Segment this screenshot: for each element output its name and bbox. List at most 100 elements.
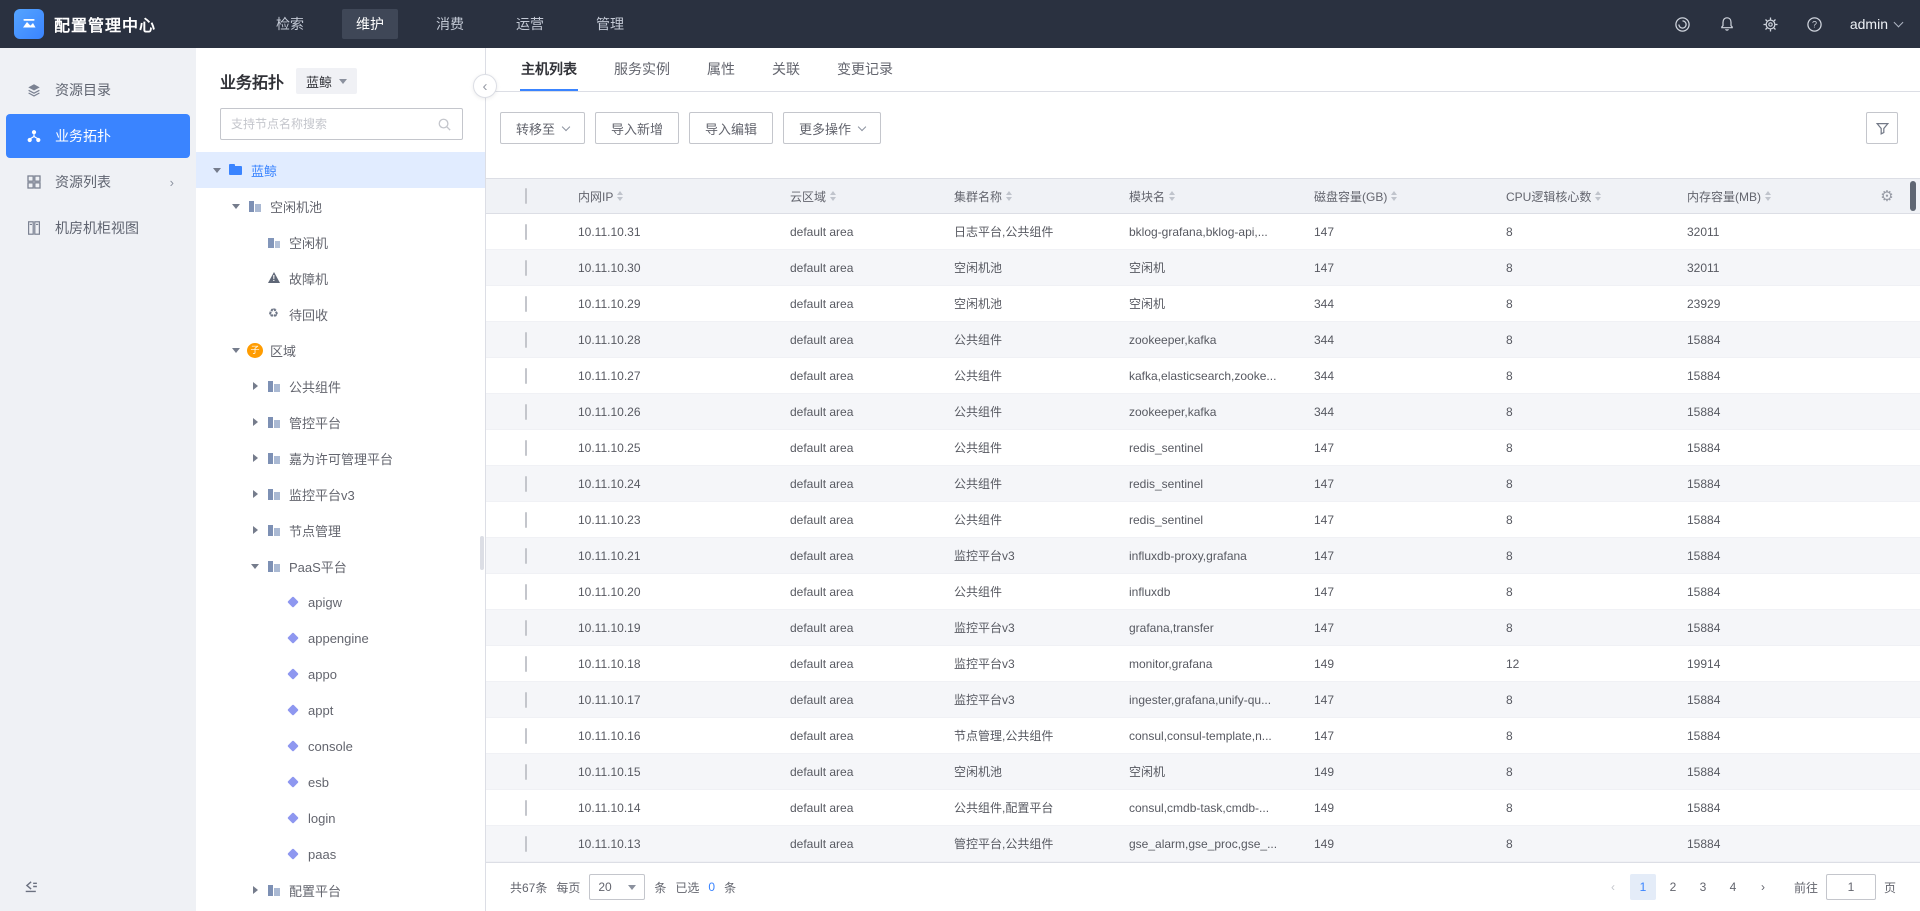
tree-caret-icon[interactable] — [248, 379, 263, 394]
table-row[interactable]: 10.11.10.29 default area 空闲机池 空闲机 344 8 … — [486, 286, 1920, 322]
table-row[interactable]: 10.11.10.23 default area 公共组件 redis_sent… — [486, 502, 1920, 538]
sidebar-item[interactable]: 资源列表 › — [6, 160, 190, 204]
tree-node[interactable]: console — [196, 728, 485, 764]
toolbar-button[interactable]: 导入编辑 — [689, 112, 774, 144]
row-checkbox[interactable] — [525, 691, 527, 708]
table-row[interactable]: 10.11.10.17 default area 监控平台v3 ingester… — [486, 682, 1920, 718]
tree-node[interactable]: 监控平台v3 — [196, 476, 485, 512]
goto-page-input[interactable] — [1825, 874, 1876, 900]
tree-node[interactable]: paas — [196, 836, 485, 872]
table-row[interactable]: 10.11.10.25 default area 公共组件 redis_sent… — [486, 430, 1920, 466]
tree-node[interactable]: 嘉为许可管理平台 — [196, 440, 485, 476]
tree-node[interactable]: appengine — [196, 620, 485, 656]
row-checkbox[interactable] — [525, 619, 527, 636]
table-row[interactable]: 10.11.10.14 default area 公共组件,配置平台 consu… — [486, 790, 1920, 826]
column-header[interactable]: 集群名称 — [954, 188, 1129, 205]
tab[interactable]: 服务实例 — [613, 48, 671, 91]
table-row[interactable]: 10.11.10.31 default area 日志平台,公共组件 bklog… — [486, 214, 1920, 250]
tab[interactable]: 属性 — [706, 48, 736, 91]
sort-icon[interactable] — [1595, 191, 1602, 201]
table-row[interactable]: 10.11.10.18 default area 监控平台v3 monitor,… — [486, 646, 1920, 682]
tree-caret-icon[interactable] — [248, 271, 263, 286]
top-nav-item[interactable]: 检索 — [262, 9, 318, 39]
select-all-checkbox[interactable] — [525, 188, 527, 204]
tree-caret-icon[interactable] — [248, 487, 263, 502]
tree-caret-icon[interactable] — [248, 559, 263, 574]
table-row[interactable]: 10.11.10.16 default area 节点管理,公共组件 consu… — [486, 718, 1920, 754]
sidebar-collapse-icon[interactable] — [22, 878, 39, 895]
top-nav-item[interactable]: 维护 — [342, 9, 398, 39]
tree-node[interactable]: 故障机 — [196, 260, 485, 296]
tree-caret-icon[interactable] — [267, 595, 282, 610]
tree-caret-icon[interactable] — [248, 235, 263, 250]
column-header[interactable]: CPU逻辑核心数 — [1506, 188, 1687, 205]
column-header[interactable]: 内网IP — [578, 188, 790, 205]
tree-node[interactable]: 空闲机 — [196, 224, 485, 260]
tree-node[interactable]: 空闲机池 — [196, 188, 485, 224]
next-page-button[interactable]: › — [1750, 874, 1776, 900]
tree-caret-icon[interactable] — [248, 883, 263, 898]
sort-icon[interactable] — [1006, 191, 1013, 201]
table-row[interactable]: 10.11.10.21 default area 监控平台v3 influxdb… — [486, 538, 1920, 574]
tree-search-input[interactable] — [231, 117, 437, 131]
tree-caret-icon[interactable] — [267, 847, 282, 862]
tree-node[interactable]: PaaS平台 — [196, 548, 485, 584]
tree-caret-icon[interactable] — [248, 415, 263, 430]
toolbar-button[interactable]: 导入新增 — [595, 112, 680, 144]
table-scrollbar-thumb[interactable] — [1910, 181, 1916, 211]
row-checkbox[interactable] — [525, 223, 527, 240]
tree-node[interactable]: 管控平台 — [196, 404, 485, 440]
settings-gear-icon[interactable] — [1762, 15, 1780, 33]
sort-icon[interactable] — [617, 191, 624, 201]
tree-caret-icon[interactable] — [248, 451, 263, 466]
table-row[interactable]: 10.11.10.19 default area 监控平台v3 grafana,… — [486, 610, 1920, 646]
column-header[interactable]: 磁盘容量(GB) — [1314, 188, 1506, 205]
row-checkbox[interactable] — [525, 259, 527, 276]
tree-caret-icon[interactable] — [229, 199, 244, 214]
tree-caret-icon[interactable] — [267, 667, 282, 682]
help-icon[interactable]: ? — [1806, 15, 1824, 33]
row-checkbox[interactable] — [525, 763, 527, 780]
panel-collapse-button[interactable]: ‹ — [473, 74, 497, 98]
tree-caret-icon[interactable] — [267, 811, 282, 826]
table-row[interactable]: 10.11.10.24 default area 公共组件 redis_sent… — [486, 466, 1920, 502]
notification-bell-icon[interactable] — [1718, 15, 1736, 33]
sort-icon[interactable] — [830, 191, 837, 201]
page-number-button[interactable]: 4 — [1720, 874, 1746, 900]
toolbar-button[interactable]: 转移至 — [500, 112, 586, 144]
tab[interactable]: 关联 — [771, 48, 801, 91]
table-row[interactable]: 10.11.10.28 default area 公共组件 zookeeper,… — [486, 322, 1920, 358]
row-checkbox[interactable] — [525, 403, 527, 420]
tree-node[interactable]: 子 区域 — [196, 332, 485, 368]
sort-icon[interactable] — [1169, 191, 1176, 201]
tree-node[interactable]: 配置平台 — [196, 872, 485, 908]
row-checkbox[interactable] — [525, 295, 527, 312]
row-checkbox[interactable] — [525, 475, 527, 492]
page-number-button[interactable]: 1 — [1629, 874, 1656, 900]
sidebar-item[interactable]: 业务拓扑 › — [6, 114, 190, 158]
row-checkbox[interactable] — [525, 511, 527, 528]
row-checkbox[interactable] — [525, 583, 527, 600]
tree-node[interactable]: apigw — [196, 584, 485, 620]
row-checkbox[interactable] — [525, 835, 527, 852]
table-row[interactable]: 10.11.10.13 default area 管控平台,公共组件 gse_a… — [486, 826, 1920, 862]
workspace-icon[interactable] — [1674, 15, 1692, 33]
row-checkbox[interactable] — [525, 547, 527, 564]
tree-node[interactable]: appo — [196, 656, 485, 692]
prev-page-button[interactable]: ‹ — [1600, 874, 1626, 900]
tab[interactable]: 主机列表 — [520, 48, 578, 91]
tree-caret-icon[interactable] — [267, 739, 282, 754]
top-nav-item[interactable]: 消费 — [422, 9, 478, 39]
row-checkbox[interactable] — [525, 655, 527, 672]
sort-icon[interactable] — [1765, 191, 1771, 201]
column-header[interactable]: 内存容量(MB) — [1687, 188, 1854, 205]
top-nav-item[interactable]: 运营 — [502, 9, 558, 39]
sort-icon[interactable] — [1391, 191, 1398, 201]
tree-caret-icon[interactable] — [229, 343, 244, 358]
tree-node[interactable]: esb — [196, 764, 485, 800]
sidebar-item[interactable]: 资源目录 › — [6, 68, 190, 112]
tree-node[interactable]: login — [196, 800, 485, 836]
tree-caret-icon[interactable] — [210, 163, 225, 178]
row-checkbox[interactable] — [525, 367, 527, 384]
tab[interactable]: 变更记录 — [836, 48, 894, 91]
